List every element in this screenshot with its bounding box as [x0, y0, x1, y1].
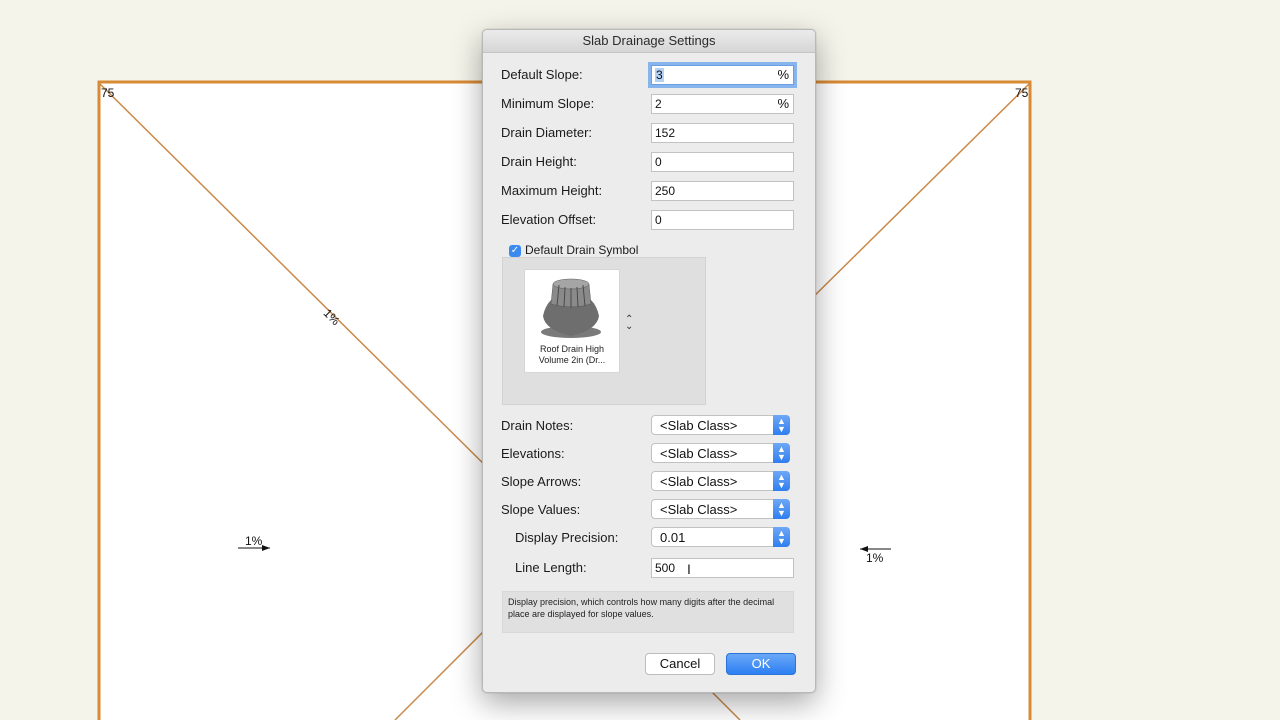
drain-diameter-row: Drain Diameter: 152 [483, 123, 815, 143]
default-slope-label: Default Slope: [501, 67, 583, 82]
symbol-panel: Roof Drain High Volume 2in (Dr... ⌃ ⌄ [502, 257, 706, 405]
display-precision-popup[interactable]: 0.01 ▲ ▼ [651, 527, 790, 547]
minimum-slope-value: 2 [655, 97, 662, 111]
drain-notes-label: Drain Notes: [501, 418, 574, 433]
slope-arrows-row: Slope Arrows: <Slab Class> ▲ ▼ [483, 471, 815, 492]
line-length-row: Line Length: 500 I [483, 558, 815, 578]
slope-values-value: <Slab Class> [660, 502, 738, 517]
display-precision-value: 0.01 [660, 530, 686, 545]
display-precision-label: Display Precision: [515, 530, 619, 545]
popup-chevron-icon: ▲ ▼ [773, 499, 790, 519]
elevations-popup[interactable]: <Slab Class> ▲ ▼ [651, 443, 790, 463]
maximum-height-field[interactable]: 250 [651, 181, 794, 201]
default-slope-field[interactable]: 3% [651, 65, 794, 85]
minimum-slope-unit: % [777, 96, 789, 111]
minimum-slope-label: Minimum Slope: [501, 96, 595, 111]
default-slope-value: 3 [655, 68, 664, 82]
cancel-button[interactable]: Cancel [645, 653, 715, 675]
elevation-offset-label: Elevation Offset: [501, 212, 597, 227]
drain-symbol-tile[interactable]: Roof Drain High Volume 2in (Dr... ⌃ ⌄ [524, 269, 633, 373]
drain-height-row: Drain Height: 0 [483, 152, 815, 172]
slab-drainage-settings-dialog: Slab Drainage Settings Default Slope: 3%… [482, 29, 816, 693]
slope-value-left: 1% [245, 534, 263, 548]
drain-notes-row: Drain Notes: <Slab Class> ▲ ▼ [483, 415, 815, 436]
elevation-offset-field[interactable]: 0 [651, 210, 794, 230]
drain-diameter-label: Drain Diameter: [501, 125, 593, 140]
drain-diameter-field[interactable]: 152 [651, 123, 794, 143]
slope-arrows-label: Slope Arrows: [501, 474, 582, 489]
elevations-label: Elevations: [501, 446, 565, 461]
minimum-slope-row: Minimum Slope: 2% [483, 94, 815, 114]
drain-notes-value: <Slab Class> [660, 418, 738, 433]
default-slope-unit: % [777, 67, 789, 82]
maximum-height-label: Maximum Height: [501, 183, 603, 198]
roof-drain-icon [541, 278, 601, 338]
elevations-value: <Slab Class> [660, 446, 738, 461]
elevation-offset-row: Elevation Offset: 0 [483, 210, 815, 230]
default-drain-symbol-label: Default Drain Symbol [525, 243, 639, 257]
line-length-label: Line Length: [515, 560, 587, 575]
help-text: Display precision, which controls how ma… [502, 591, 794, 633]
corner-elevation-left: 75 [101, 86, 115, 100]
minimum-slope-field[interactable]: 2% [651, 94, 794, 114]
elevations-row: Elevations: <Slab Class> ▲ ▼ [483, 443, 815, 464]
slope-arrows-value: <Slab Class> [660, 474, 738, 489]
drain-symbol-caption: Roof Drain High Volume 2in (Dr... [538, 344, 606, 365]
maximum-height-row: Maximum Height: 250 [483, 181, 815, 201]
text-cursor-icon: I [687, 561, 691, 577]
popup-chevron-icon: ▲ ▼ [773, 471, 790, 491]
slope-values-row: Slope Values: <Slab Class> ▲ ▼ [483, 499, 815, 520]
drain-notes-popup[interactable]: <Slab Class> ▲ ▼ [651, 415, 790, 435]
dialog-title: Slab Drainage Settings [483, 30, 815, 53]
display-precision-row: Display Precision: 0.01 ▲ ▼ [483, 527, 815, 548]
drain-height-label: Drain Height: [501, 154, 577, 169]
drain-height-field[interactable]: 0 [651, 152, 794, 172]
slope-arrows-popup[interactable]: <Slab Class> ▲ ▼ [651, 471, 790, 491]
popup-chevron-icon: ▲ ▼ [773, 415, 790, 435]
slope-value-right: 1% [866, 551, 884, 565]
popup-chevron-icon: ▲ ▼ [773, 527, 790, 547]
default-slope-row: Default Slope: 3% [483, 65, 815, 85]
checkbox-checked-icon[interactable]: ✓ [509, 244, 521, 257]
slope-values-label: Slope Values: [501, 502, 581, 517]
slope-values-popup[interactable]: <Slab Class> ▲ ▼ [651, 499, 790, 519]
line-length-field[interactable]: 500 [651, 558, 794, 578]
popup-chevron-icon: ▲ ▼ [773, 443, 790, 463]
corner-elevation-right: 75 [1015, 86, 1029, 100]
ok-button[interactable]: OK [726, 653, 796, 675]
symbol-stepper-icon[interactable]: ⌃ ⌄ [625, 315, 633, 332]
